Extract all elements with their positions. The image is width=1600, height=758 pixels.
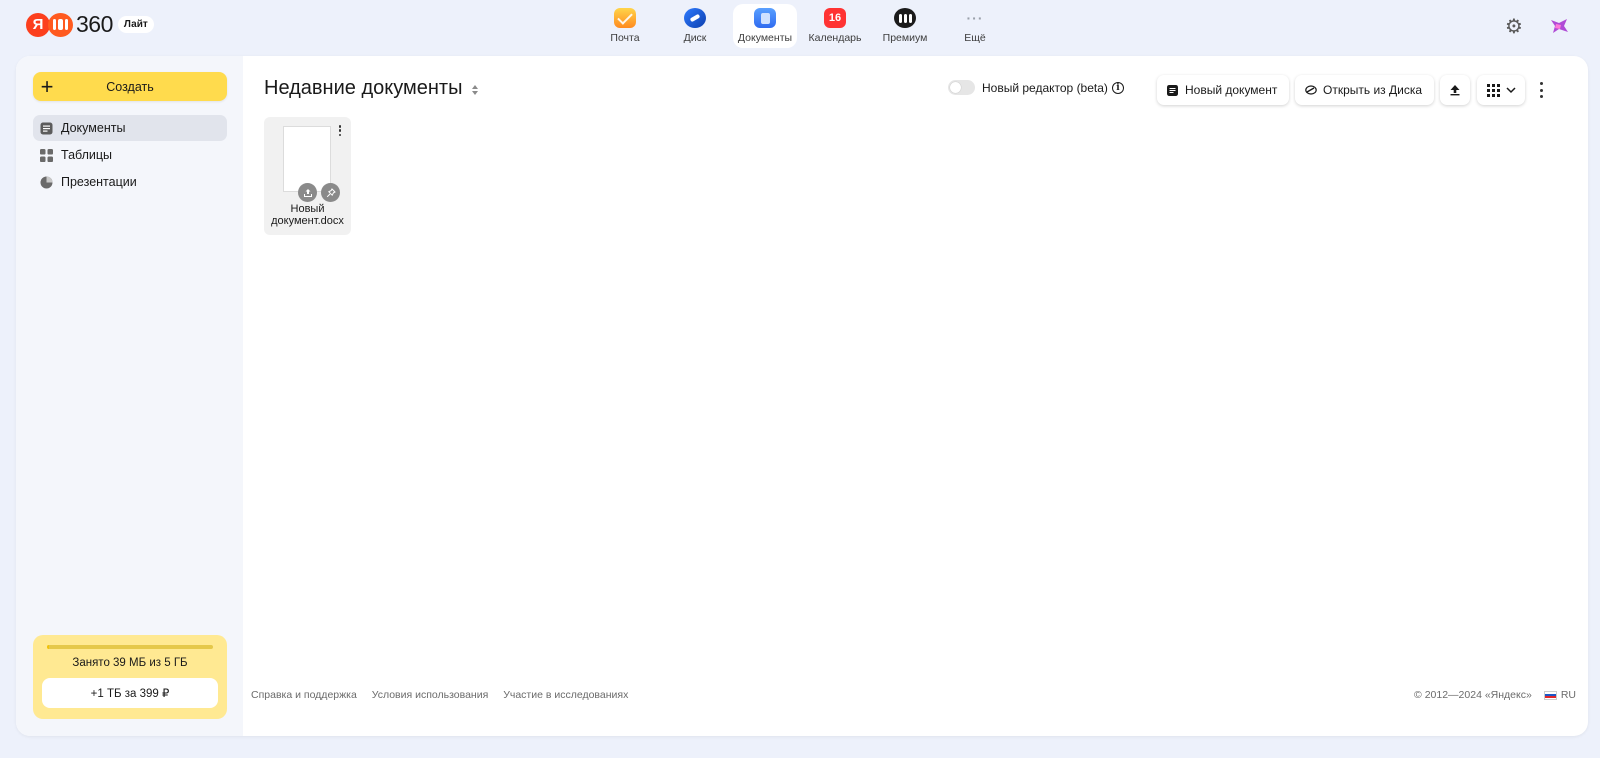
- document-icon: [40, 122, 53, 135]
- logo-360-text: 360: [76, 11, 113, 37]
- service-label: Премиум: [882, 32, 928, 44]
- language-switch[interactable]: RU: [1561, 689, 1576, 701]
- top-bar: Я 360 Лайт Почта Диск Документы 16 Кален…: [0, 0, 1600, 52]
- create-button[interactable]: + Создать: [33, 72, 227, 101]
- service-label: Ещё: [964, 32, 986, 44]
- service-calendar[interactable]: 16 Календарь: [800, 4, 870, 48]
- premium-icon: [894, 8, 916, 28]
- russia-flag-icon: [1543, 690, 1557, 700]
- main-card: + Создать Документы Таблицы Презентации …: [16, 56, 1588, 736]
- service-label: Диск: [683, 32, 707, 44]
- service-label: Календарь: [808, 32, 862, 44]
- share-icon[interactable]: [298, 183, 317, 202]
- new-editor-toggle-group: Новый редактор (beta) i: [948, 80, 1124, 95]
- sidebar-item-presentations[interactable]: Презентации: [33, 169, 227, 195]
- document-card[interactable]: Новый документ.docx: [264, 117, 351, 235]
- chevron-down-icon: [1505, 86, 1516, 93]
- plus-icon: +: [40, 73, 54, 99]
- more-icon: ···: [966, 10, 984, 26]
- disk-icon: [684, 8, 706, 28]
- footer: Справка и поддержка Условия использовани…: [251, 689, 1576, 705]
- new-editor-label: Новый редактор (beta): [982, 80, 1108, 95]
- avatar[interactable]: [1547, 14, 1571, 38]
- disk-icon: [1305, 85, 1317, 95]
- footer-link-research[interactable]: Участие в исследованиях: [503, 689, 628, 701]
- create-button-label: Создать: [106, 79, 154, 94]
- calendar-icon: 16: [824, 8, 846, 28]
- footer-link-terms[interactable]: Условия использования: [372, 689, 489, 701]
- storage-usage-text: Занято 39 МБ из 5 ГБ: [72, 657, 188, 669]
- upload-button[interactable]: [1440, 75, 1470, 105]
- document-menu-icon[interactable]: [338, 125, 342, 136]
- sidebar-item-label: Таблицы: [61, 148, 113, 162]
- new-document-label: Новый документ: [1185, 83, 1278, 97]
- document-name-line: Новый: [290, 203, 325, 215]
- open-from-disk-button[interactable]: Открыть из Диска: [1295, 75, 1434, 105]
- sidebar-item-tables[interactable]: Таблицы: [33, 142, 227, 168]
- storage-widget: Занято 39 МБ из 5 ГБ +1 ТБ за 399 ₽: [33, 635, 227, 719]
- sort-icon[interactable]: [471, 83, 479, 97]
- mail-icon: [614, 8, 636, 28]
- document-icon: [1167, 84, 1178, 96]
- table-icon: [40, 148, 53, 162]
- info-icon[interactable]: i: [1111, 81, 1124, 94]
- storage-progress-fill: [47, 645, 49, 649]
- plan-badge: Лайт: [117, 16, 154, 33]
- view-mode-button[interactable]: [1477, 75, 1525, 105]
- page-title: Недавние документы: [264, 77, 463, 99]
- service-more[interactable]: ··· Ещё: [940, 4, 1010, 48]
- pin-icon[interactable]: [321, 183, 340, 202]
- sidebar-item-label: Документы: [61, 121, 126, 135]
- service-label: Почта: [610, 32, 640, 44]
- footer-link-help[interactable]: Справка и поддержка: [251, 689, 357, 701]
- document-name-line: документ.docx: [271, 215, 344, 227]
- sidebar: + Создать Документы Таблицы Презентации …: [16, 56, 243, 736]
- grid-view-icon: [1486, 83, 1500, 97]
- yandex-logo-icon: Я: [26, 12, 50, 37]
- upload-icon: [1450, 85, 1460, 96]
- document-name: Новый документ.docx: [264, 203, 351, 227]
- avatar-icon: [1551, 19, 1568, 33]
- storage-progress-bar: [47, 645, 213, 649]
- yandex-360-logo[interactable]: Я 360 Лайт: [26, 11, 154, 37]
- service-mail[interactable]: Почта: [590, 4, 660, 48]
- new-document-button[interactable]: Новый документ: [1157, 75, 1289, 105]
- settings-gear-icon[interactable]: ⚙: [1503, 15, 1525, 38]
- open-from-disk-label: Открыть из Диска: [1323, 83, 1423, 97]
- 360-ring-icon: [48, 12, 73, 37]
- sidebar-item-label: Презентации: [61, 175, 137, 189]
- more-options-icon[interactable]: [1538, 82, 1544, 98]
- new-editor-toggle[interactable]: [948, 80, 975, 95]
- footer-right: © 2012—2024 «Яндекс» RU: [1414, 689, 1576, 701]
- sidebar-nav: Документы Таблицы Презентации: [33, 115, 227, 196]
- service-disk[interactable]: Диск: [660, 4, 730, 48]
- sidebar-item-documents[interactable]: Документы: [33, 115, 227, 141]
- presentation-icon: [40, 176, 53, 189]
- service-premium[interactable]: Премиум: [870, 4, 940, 48]
- service-documents[interactable]: Документы: [733, 4, 797, 48]
- buy-storage-button[interactable]: +1 ТБ за 399 ₽: [42, 678, 218, 708]
- service-label: Документы: [737, 32, 793, 44]
- services-nav: Почта Диск Документы 16 Календарь Премиу…: [590, 4, 1010, 48]
- documents-icon: [754, 8, 776, 28]
- copyright: © 2012—2024 «Яндекс»: [1414, 689, 1532, 701]
